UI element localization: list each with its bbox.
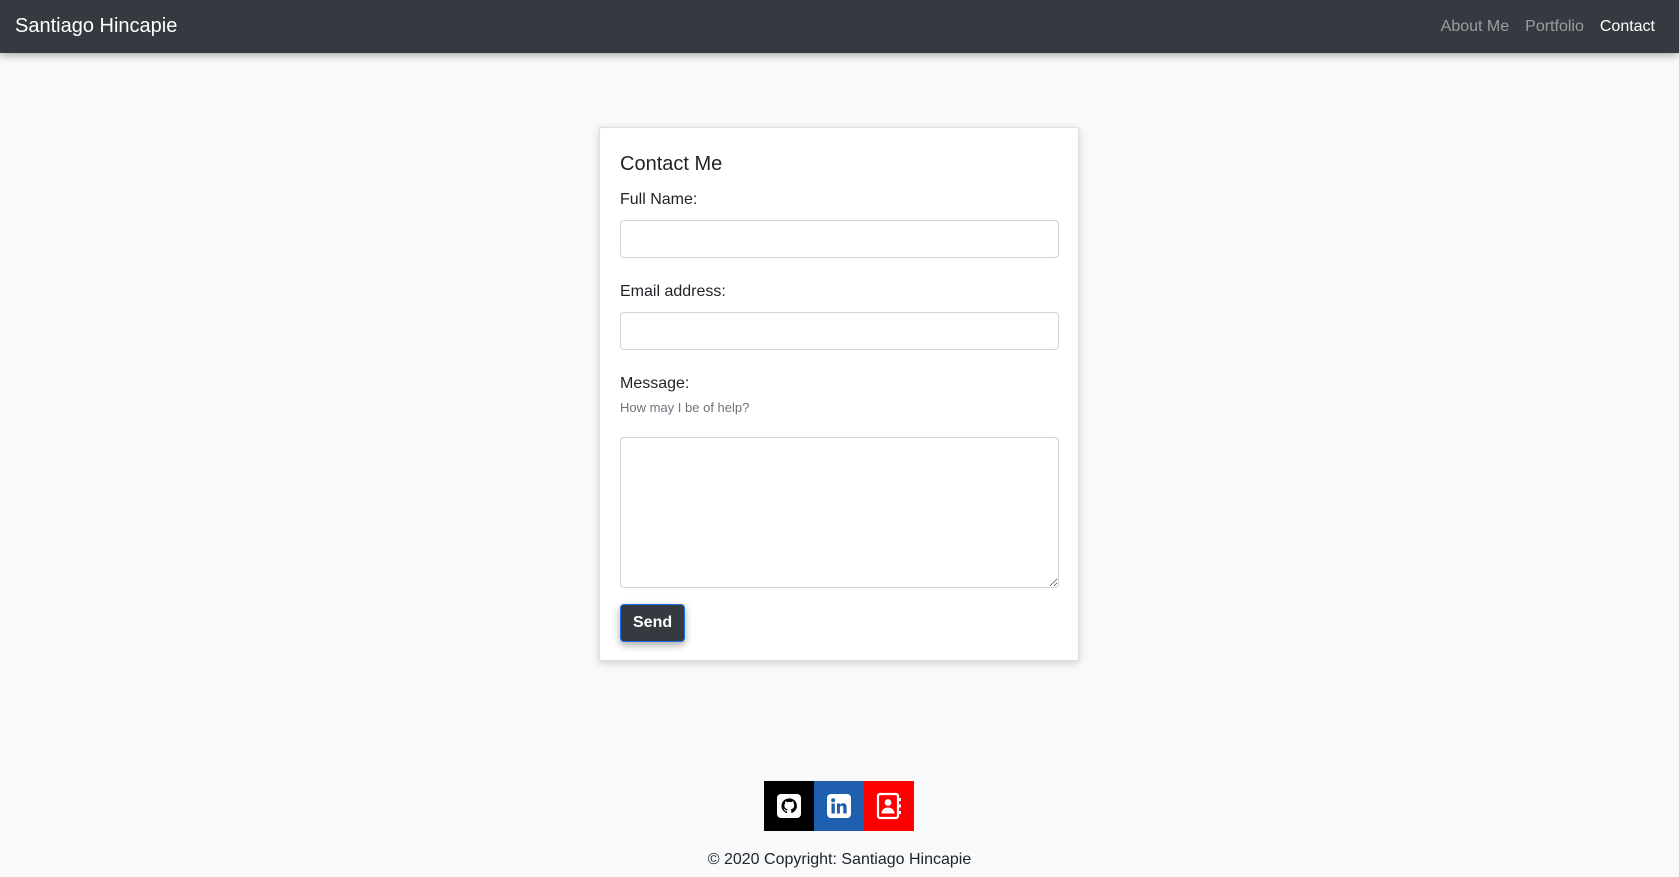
nav-link-portfolio[interactable]: Portfolio: [1525, 18, 1584, 36]
linkedin-icon: [825, 792, 853, 820]
message-textarea[interactable]: [620, 437, 1059, 588]
full-name-label: Full Name:: [620, 191, 698, 208]
card-title: Contact Me: [620, 153, 723, 175]
nav-link-about[interactable]: About Me: [1441, 18, 1509, 36]
email-label: Email address:: [620, 283, 726, 300]
send-button[interactable]: Send: [620, 604, 686, 642]
contact-card: Contact Me Full Name: Email address: Mes…: [599, 127, 1079, 661]
brand-link[interactable]: Santiago Hincapie: [15, 15, 177, 38]
social-links: [764, 781, 914, 831]
contact-link[interactable]: [864, 781, 914, 831]
message-label: Message:: [620, 375, 690, 392]
message-help-text: How may I be of help?: [620, 400, 750, 415]
copyright-text: © 2020 Copyright: Santiago Hincapie: [707, 851, 972, 868]
linkedin-link[interactable]: [814, 781, 864, 831]
nav-links: About Me Portfolio Contact: [1441, 18, 1655, 36]
contact-book-icon: [874, 791, 904, 821]
nav-link-contact[interactable]: Contact: [1600, 18, 1655, 36]
github-icon: [775, 792, 803, 820]
navbar: Santiago Hincapie About Me Portfolio Con…: [0, 0, 1679, 53]
email-input[interactable]: [620, 312, 1059, 350]
full-name-input[interactable]: [620, 220, 1059, 258]
github-link[interactable]: [764, 781, 814, 831]
